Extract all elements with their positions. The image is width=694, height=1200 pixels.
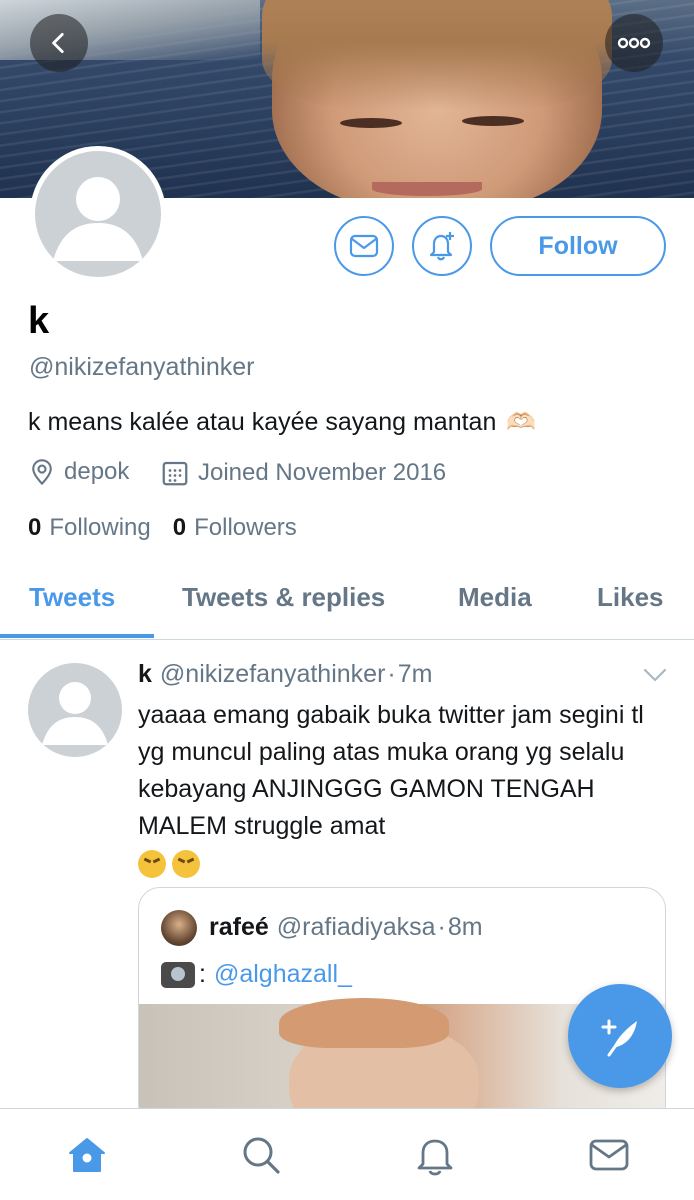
followers-link[interactable]: 0 Followers [173, 514, 297, 542]
compose-feather-icon [601, 1019, 637, 1057]
follow-counts: 0 Following 0 Followers [28, 514, 297, 542]
follow-button[interactable]: Follow [490, 216, 666, 276]
notifications-bell-icon [417, 1139, 453, 1176]
quoted-separator: · [437, 913, 446, 941]
compose-tweet-button[interactable] [568, 984, 672, 1088]
chevron-down-icon[interactable] [642, 666, 668, 684]
back-button[interactable] [30, 14, 88, 72]
quoted-tweet-header: rafeé @rafiadiyaksa · 8m [209, 913, 483, 942]
message-button[interactable] [334, 216, 394, 276]
heart-hands-emoji: 🫶🏻 [506, 409, 537, 436]
profile-joined-date: Joined November 2016 [160, 458, 446, 488]
following-label: Following [49, 514, 151, 541]
profile-handle: @nikizefanyathinker [29, 353, 255, 381]
tweet-header: k @nikizefanyathinker · 7m [138, 660, 432, 689]
default-avatar-icon [42, 682, 108, 745]
followers-count: 0 [172, 514, 187, 541]
nav-messages[interactable] [585, 1131, 633, 1179]
profile-avatar[interactable] [30, 146, 166, 282]
joined-text: Joined November 2016 [198, 459, 447, 486]
bell-plus-icon [429, 232, 454, 261]
profile-bio: k means kalée atau kayée sayang mantan 🫶… [28, 408, 536, 437]
banner-eye-left [340, 118, 402, 128]
quoted-tweet-text: : @alghazall_ [161, 960, 352, 989]
tab-tweets[interactable]: Tweets [29, 582, 115, 613]
tired-face-emoji [138, 850, 166, 879]
default-avatar-icon [35, 151, 161, 277]
tweet-author-avatar[interactable] [28, 663, 122, 757]
following-link[interactable]: 0 Following [28, 514, 151, 542]
tired-face-emoji [172, 850, 200, 879]
profile-tabs: Tweets Tweets & replies Media Likes [0, 568, 694, 640]
tab-tweets-and-replies[interactable]: Tweets & replies [182, 582, 385, 613]
bottom-navigation [0, 1108, 694, 1200]
tab-media[interactable]: Media [458, 582, 532, 613]
nav-notifications[interactable] [411, 1131, 459, 1179]
more-options-button[interactable] [605, 14, 663, 72]
profile-name: k [28, 300, 50, 342]
active-tab-indicator [0, 634, 154, 638]
followers-label: Followers [194, 514, 297, 541]
following-count: 0 [28, 514, 42, 541]
tweet-text: yaaaa emang gabaik buka twitter jam segi… [138, 701, 644, 840]
notifications-toggle-button[interactable] [412, 216, 472, 276]
tab-likes[interactable]: Likes [597, 582, 664, 613]
quoted-author-handle: @rafiadiyaksa [276, 913, 436, 941]
tweet-timestamp: 7m [397, 660, 433, 688]
banner-eye-right [462, 116, 524, 126]
quoted-author-avatar [161, 910, 197, 946]
mention-link[interactable]: @alghazall_ [214, 960, 352, 989]
mail-icon [349, 234, 379, 258]
calendar-icon [162, 461, 188, 486]
messages-mail-icon [589, 1139, 629, 1171]
camera-with-flash-emoji [161, 961, 195, 988]
tweet-author-handle[interactable]: @nikizefanyathinker [160, 660, 386, 689]
tweet-author-name[interactable]: k [138, 660, 152, 689]
more-horizontal-icon [617, 37, 651, 49]
tweet-body: yaaaa emang gabaik buka twitter jam segi… [138, 697, 658, 882]
chevron-left-icon [52, 32, 64, 54]
nav-search[interactable] [237, 1131, 285, 1179]
nav-home[interactable] [63, 1131, 111, 1179]
search-icon [243, 1137, 280, 1174]
quoted-author-name: rafeé [209, 913, 269, 941]
quoted-timestamp: 8m [447, 913, 483, 941]
home-icon [69, 1138, 105, 1172]
photo-hair [279, 998, 449, 1048]
location-text: depok [64, 458, 130, 485]
tweet-separator: · [387, 660, 396, 688]
banner-mouth [372, 182, 482, 196]
quoted-text-prefix: : [199, 960, 206, 988]
location-pin-icon [32, 459, 52, 486]
banner-hair [262, 0, 612, 110]
bio-text: k means kalée atau kayée sayang mantan [28, 408, 497, 436]
profile-location: depok [28, 458, 129, 486]
